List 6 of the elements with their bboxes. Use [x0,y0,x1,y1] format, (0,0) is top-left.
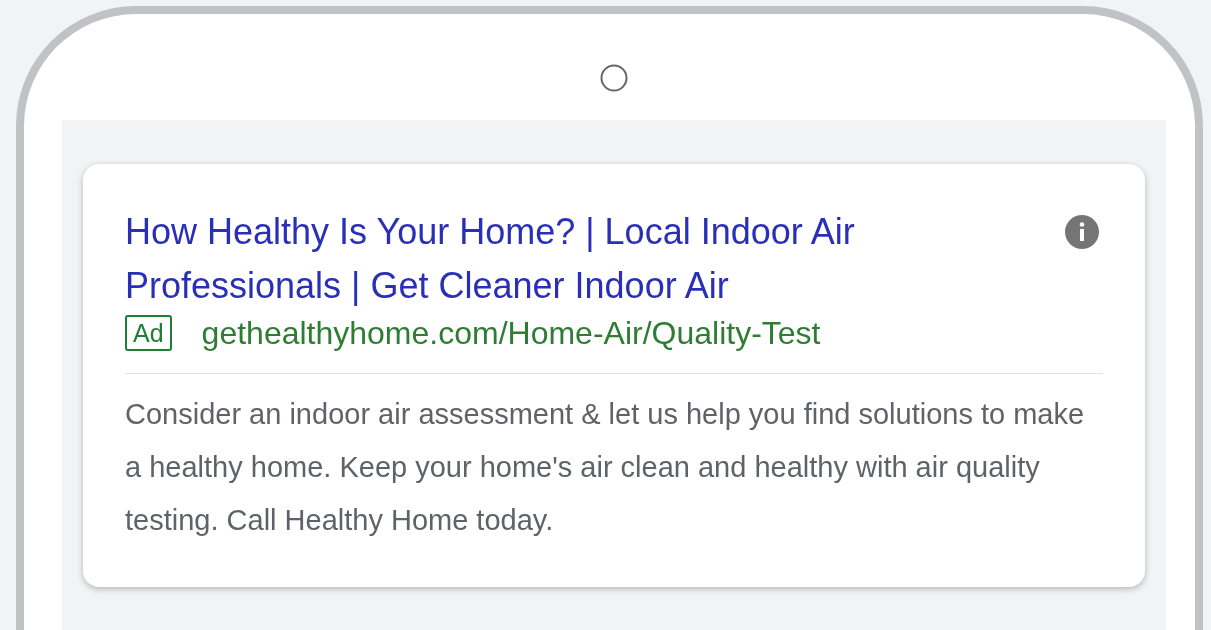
ad-description: Consider an indoor air assessment & let us help you find solutions to make a healthy home. Keep your home's air clean and healthy with air quality testing. Call Healthy Home today. [125,397,1086,538]
camera-icon [600,64,628,92]
display-url: gethealthyhome.com/Home-Air/Quality-Test [201,314,821,353]
ad-title-link[interactable]: How Healthy Is Your Home? | Local Indoor Air Professionals | Get Cleaner Indoor Air [125,205,1005,313]
ad-label: Ad [125,315,172,351]
info-icon[interactable] [1065,215,1099,249]
